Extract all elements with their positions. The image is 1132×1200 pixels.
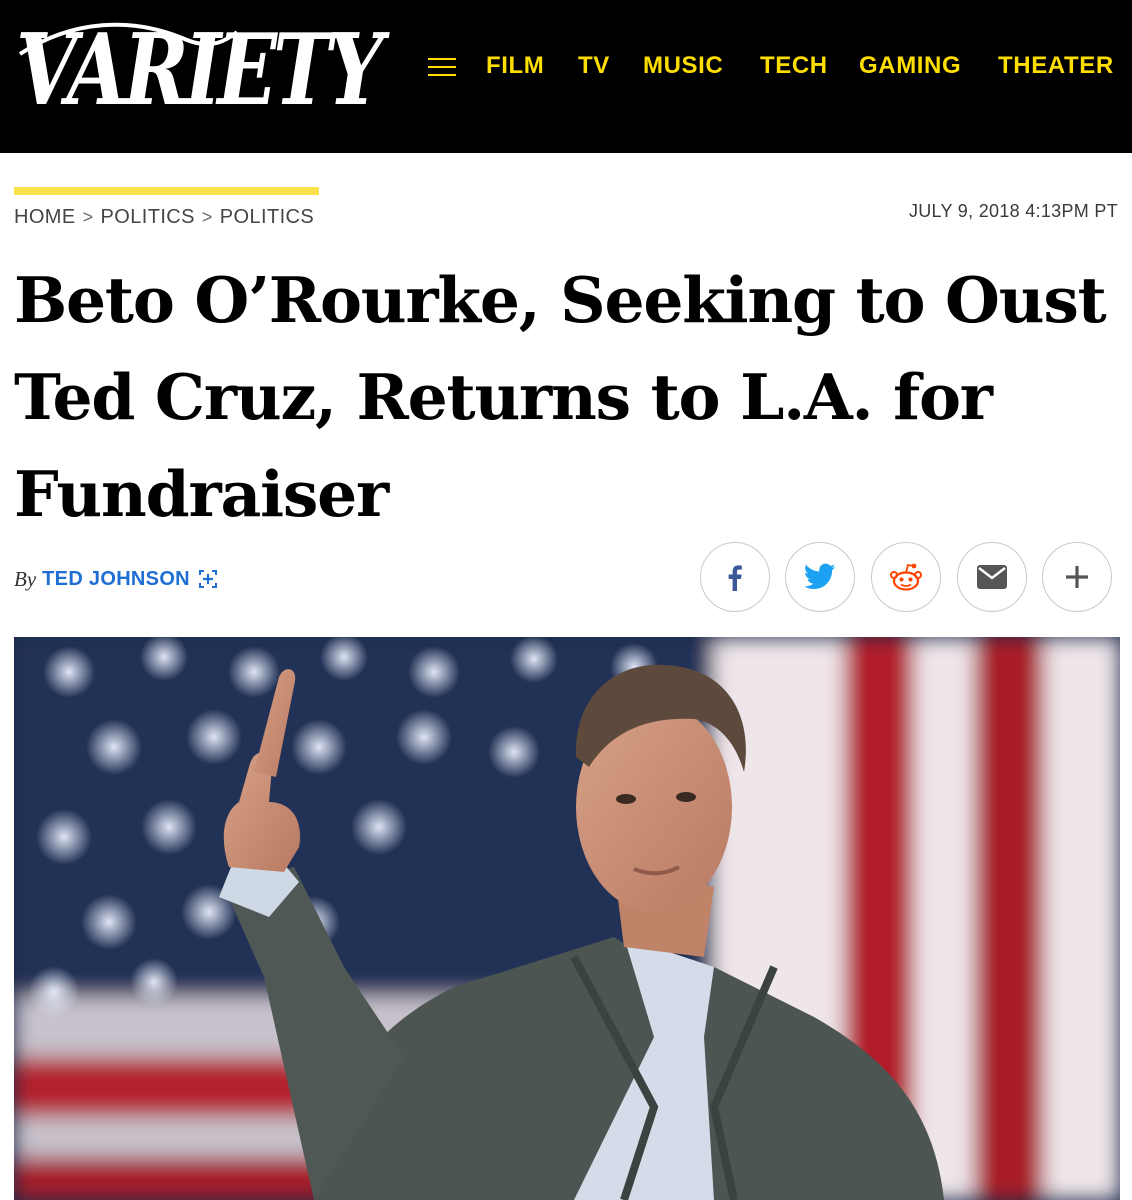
- article-headline: Beto O’Rourke, Seeking to Oust Ted Cruz,…: [14, 263, 1107, 531]
- section-accent-bar: [14, 187, 319, 195]
- nav-music[interactable]: MUSIC: [643, 48, 723, 84]
- share-reddit-button[interactable]: [871, 542, 941, 612]
- byline: By TED JOHNSON: [14, 562, 218, 596]
- nav-tv[interactable]: TV: [578, 48, 610, 84]
- breadcrumb-separator: >: [201, 206, 213, 227]
- breadcrumb-separator: >: [82, 206, 94, 227]
- variety-logo[interactable]: VARIETY: [12, 10, 383, 128]
- nav-theater[interactable]: THEATER: [998, 48, 1114, 84]
- share-more-button[interactable]: [1042, 542, 1112, 612]
- twitter-icon: [804, 563, 836, 589]
- author-link[interactable]: TED JOHNSON: [42, 568, 190, 591]
- nav-gaming[interactable]: GAMING: [859, 48, 961, 84]
- breadcrumb-home[interactable]: HOME: [14, 206, 76, 229]
- hamburger-menu-icon[interactable]: [428, 56, 458, 78]
- plus-icon: [1066, 566, 1088, 588]
- breadcrumb-politics-sub[interactable]: POLITICS: [220, 206, 314, 229]
- share-facebook-button[interactable]: [700, 542, 770, 612]
- reddit-icon: [890, 563, 922, 591]
- facebook-icon: [728, 565, 742, 591]
- email-icon: [977, 565, 1007, 589]
- breadcrumb-politics[interactable]: POLITICS: [101, 206, 195, 229]
- share-email-button[interactable]: [957, 542, 1027, 612]
- logo-swoosh: [18, 22, 239, 56]
- publish-timestamp: JULY 9, 2018 4:13PM PT: [908, 201, 1118, 221]
- nav-tech[interactable]: TECH: [760, 48, 828, 84]
- site-header: VARIETY FILM TV MUSIC TECH GAMING THEATE…: [0, 0, 1132, 153]
- hero-image: [14, 637, 1120, 1200]
- plus-bracket-icon[interactable]: [198, 569, 218, 589]
- byline-prefix: By: [14, 566, 37, 591]
- nav-film[interactable]: FILM: [486, 48, 544, 84]
- breadcrumb: HOME > POLITICS > POLITICS: [14, 203, 314, 231]
- hero-photo[interactable]: [14, 637, 1120, 1200]
- share-twitter-button[interactable]: [785, 542, 855, 612]
